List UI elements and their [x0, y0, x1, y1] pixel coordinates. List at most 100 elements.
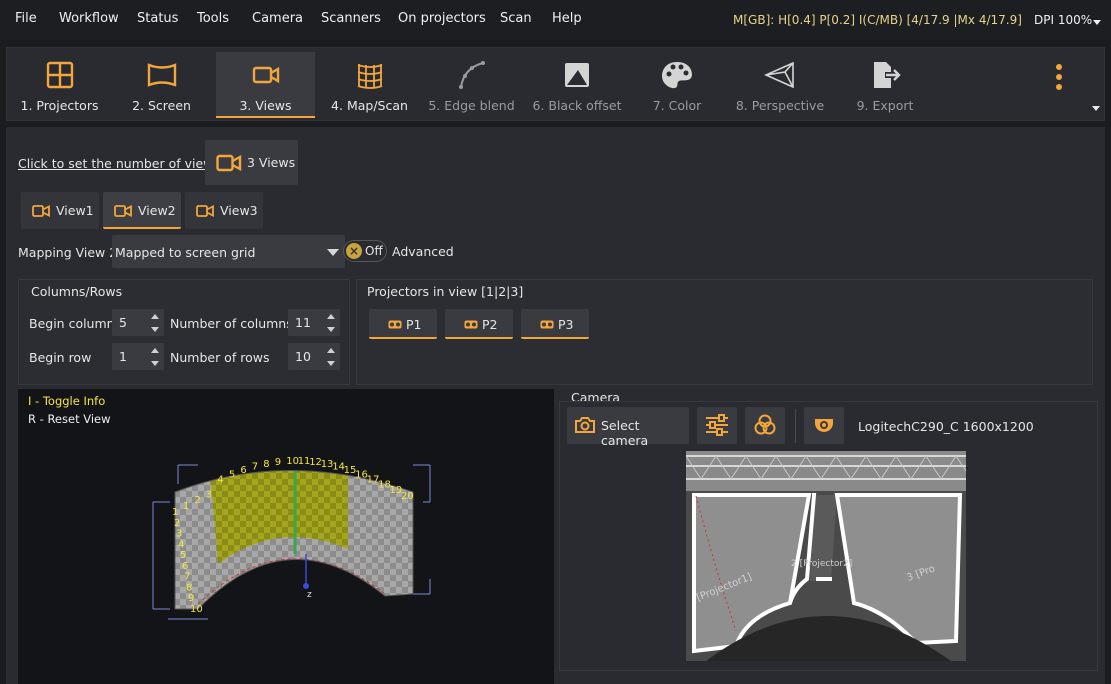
camera-settings-button[interactable]: [697, 407, 737, 444]
chevron-up-icon[interactable]: [151, 348, 159, 353]
grid-row-label: 1: [172, 507, 178, 518]
mapping-mode-select[interactable]: Mapped to screen grid: [112, 235, 345, 268]
tool-map-scan[interactable]: 4. Map/Scan: [323, 52, 416, 118]
grid-icon: [46, 61, 73, 89]
video-camera-icon: [32, 205, 50, 217]
more-vertical-icon[interactable]: [1047, 60, 1071, 96]
chevron-up-icon[interactable]: [151, 314, 159, 319]
tab-view2[interactable]: View2: [103, 192, 181, 229]
tool-label: 4. Map/Scan: [331, 98, 408, 113]
projector-button-p1[interactable]: P1: [369, 309, 437, 339]
chevron-down-icon[interactable]: [327, 327, 335, 332]
export-icon: [874, 62, 901, 88]
projector-button-p3[interactable]: P3: [521, 309, 589, 339]
chevron-down-icon: [327, 249, 339, 256]
menu-scan[interactable]: Scan: [500, 11, 532, 26]
perspective-icon: [764, 61, 794, 89]
advanced-toggle[interactable]: × Off: [343, 240, 387, 262]
tool-label: 6. Black offset: [532, 98, 622, 113]
image-label-projector2: 2 [Projector2]: [791, 559, 852, 569]
group-title: Columns/Rows: [31, 284, 123, 299]
num-rows-stepper[interactable]: 10: [288, 343, 340, 370]
chevron-down-icon[interactable]: [1092, 106, 1100, 111]
menu-scanners[interactable]: Scanners: [321, 11, 381, 26]
dpi-selector[interactable]: DPI 100%: [1034, 13, 1092, 27]
projector-label: P3: [558, 317, 574, 332]
color-channels-button[interactable]: [745, 407, 785, 444]
num-rows-label: Number of rows: [170, 350, 270, 365]
begin-column-stepper[interactable]: 5: [112, 309, 164, 336]
projector-label: P2: [482, 317, 498, 332]
tool-edge-blend[interactable]: 5. Edge blend: [425, 52, 518, 118]
stepper-value: 1: [119, 349, 127, 364]
grid-row-label: 10: [190, 604, 203, 615]
tool-label: 3. Views: [239, 98, 292, 113]
grid-column-label: 1: [183, 501, 189, 512]
workflow-toolbar: 1. Projectors 2. Screen 3. Views 4. Map/…: [6, 47, 1105, 121]
advanced-label: Advanced: [392, 244, 454, 259]
group-title: Projectors in view [1|2|3]: [367, 284, 524, 299]
menu-tools[interactable]: Tools: [197, 11, 229, 26]
menu-on-projectors[interactable]: On projectors: [398, 11, 486, 26]
projector-button-p2[interactable]: P2: [445, 309, 513, 339]
menu-file[interactable]: File: [15, 11, 37, 26]
grid-column-label: 7: [252, 462, 258, 473]
camera-name: LogitechC290_C 1600x1200: [858, 419, 1034, 434]
tab-view1[interactable]: View1: [21, 192, 99, 229]
axis-label: z: [307, 590, 312, 600]
video-camera-icon: [252, 66, 279, 84]
video-camera-icon: [114, 205, 132, 217]
tool-screen[interactable]: 2. Screen: [115, 52, 208, 118]
tool-projectors[interactable]: 1. Projectors: [13, 52, 106, 118]
dome-camera-icon: [815, 419, 833, 432]
grid-row-label: 6: [182, 561, 188, 572]
tab-label: View1: [56, 203, 94, 218]
set-views-link[interactable]: Click to set the number of views: [18, 156, 220, 171]
projector-icon: [540, 320, 554, 329]
views-panel: Click to set the number of views 3 Views…: [6, 127, 1105, 684]
chevron-down-icon[interactable]: [327, 361, 335, 366]
select-camera-button[interactable]: Select camera: [567, 407, 689, 448]
stepper-value: 5: [119, 315, 127, 330]
chevron-up-icon[interactable]: [327, 348, 335, 353]
black-offset-icon: [565, 63, 589, 87]
toolbar-separator: [795, 409, 796, 443]
rgb-circles-icon: [754, 414, 776, 435]
viewport-3d[interactable]: I - Toggle Info R - Reset View z 1 2 3 4…: [18, 389, 554, 684]
menu-status[interactable]: Status: [137, 11, 178, 26]
begin-row-stepper[interactable]: 1: [112, 343, 164, 370]
tool-black-offset[interactable]: 6. Black offset: [527, 52, 627, 118]
camera-feed: 2 [Projector2] [Projector1] 3 [Pro: [686, 451, 966, 661]
stepper-value: 10: [295, 349, 311, 364]
menu-workflow[interactable]: Workflow: [59, 11, 119, 26]
webcam-button[interactable]: [804, 407, 844, 444]
memory-stats: M[GB]: H[0.4] P[0.2] I(C/MB) [4/17.9 |Mx…: [733, 13, 1022, 27]
tool-perspective[interactable]: 8. Perspective: [730, 52, 830, 118]
chevron-down-icon[interactable]: [1093, 20, 1101, 25]
chevron-up-icon[interactable]: [327, 314, 335, 319]
camera-icon: [575, 417, 595, 433]
curve-icon: [458, 61, 485, 89]
num-columns-stepper[interactable]: 11: [288, 309, 340, 336]
tool-label: 2. Screen: [132, 98, 191, 113]
tool-label: 8. Perspective: [735, 98, 825, 113]
menu-help[interactable]: Help: [552, 11, 582, 26]
num-columns-label: Number of columns: [170, 316, 293, 331]
menu-camera[interactable]: Camera: [252, 11, 303, 26]
projector-label: P1: [406, 317, 422, 332]
camera-panel: Camera Select camera LogitechC290_C 1600…: [559, 389, 1099, 684]
chevron-down-icon[interactable]: [151, 361, 159, 366]
grid-column-label: 8: [263, 459, 269, 470]
tool-views[interactable]: 3. Views: [216, 52, 315, 118]
grid-column-label: 20: [401, 491, 414, 502]
tool-color[interactable]: 7. Color: [637, 52, 717, 118]
screen-icon: [147, 63, 176, 87]
begin-column-label: Begin column: [29, 316, 115, 331]
tab-label: View3: [220, 203, 258, 218]
tool-label: 7. Color: [652, 98, 702, 113]
chevron-down-icon[interactable]: [151, 327, 159, 332]
tab-view3[interactable]: View3: [185, 192, 263, 229]
views-count-button[interactable]: 3 Views: [205, 140, 298, 185]
screen-mesh-render: z 1234 5 6 7 8 9 1011121314151617181920 123456…: [152, 456, 431, 620]
tool-export[interactable]: 9. Export: [840, 52, 930, 118]
